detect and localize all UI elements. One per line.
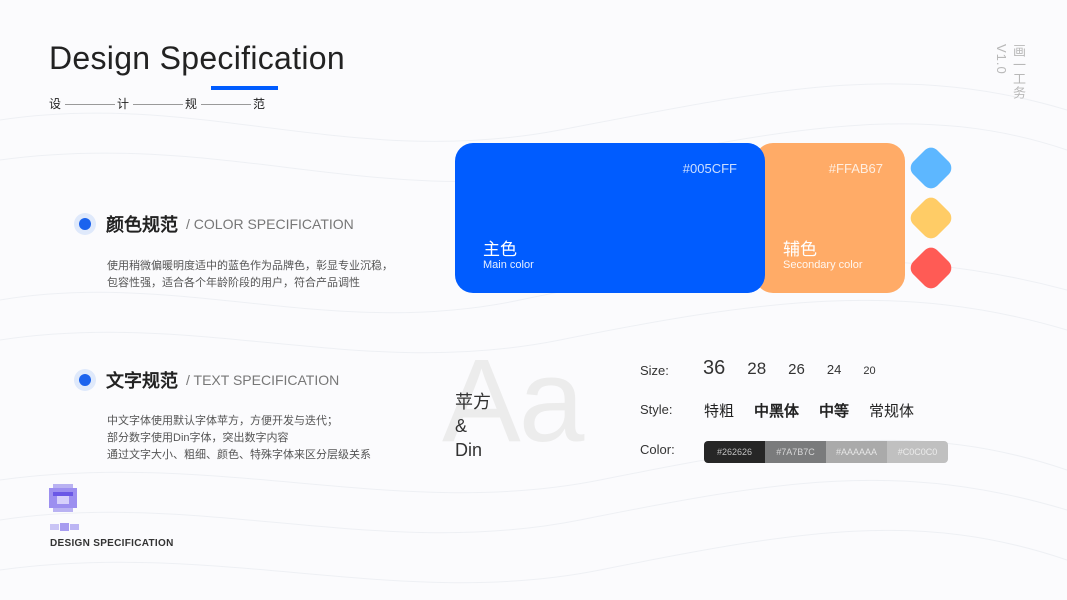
text-color-row: #262626 #7A7B7C #AAAAAA #C0C0C0 [704,441,948,463]
color-section-description: 使用稍微偏暖明度适中的蓝色作为品牌色，彰显专业沉稳， 包容性强，适合各个年龄阶段… [107,258,393,292]
page-title: Design Specification [49,40,345,76]
text-section-description: 中文字体使用默认字体苹方，方便开发与迭代； 部分数字使用Din字体，突出数字内容… [107,413,371,464]
font-names: 苹方 & Din [455,390,491,462]
subtitle-divider [133,104,183,105]
title-accent-bar [211,86,278,90]
primary-color-card: #005CFF 主色 Main color [455,143,765,293]
primary-color-label: 主色 [483,240,517,259]
subtitle-char: 计 [117,97,130,111]
font-size-value: 36 [703,357,726,379]
primary-color-sublabel: Main color [483,259,534,271]
secondary-color-card: #FFAB67 辅色 Secondary color [755,143,905,293]
text-section-title: 文字规范 [106,371,178,391]
brand-logo-icon [49,484,77,512]
font-style-row: 特粗 中黑体 中等 常规体 [704,400,934,421]
color-swatch-red [906,243,956,293]
color-section-title: 颜色规范 [106,215,178,235]
font-style-value: 中黑体 [754,403,800,420]
secondary-color-label: 辅色 [783,240,817,259]
subtitle-divider [201,104,251,105]
description-line: 部分数字使用Din字体，突出数字内容 [107,432,289,444]
font-size-value: 26 [788,361,805,378]
text-section-subtitle: / TEXT SPECIFICATION [186,372,340,388]
primary-card-edge [745,143,765,293]
font-name-cn: 苹方 [455,392,491,412]
text-section-heading: 文字规范 / TEXT SPECIFICATION [74,367,339,393]
font-size-value: 20 [863,365,876,377]
bullet-dot-icon [74,213,96,235]
font-name-ampersand: & [455,416,468,436]
style-label: Style: [640,402,673,417]
font-size-value: 28 [747,359,767,378]
description-line: 使用稍微偏暖明度适中的蓝色作为品牌色，彰显专业沉稳， [107,260,393,272]
subtitle: 设 计 规 范 [49,96,265,112]
font-style-value: 中等 [819,403,850,420]
color-label: Color: [640,442,675,457]
description-line: 包容性强，适合各个年龄阶段的用户，符合产品调性 [107,277,360,289]
text-color-swatch: #C0C0C0 [887,441,948,463]
background-contour-lines [0,83,1067,584]
font-name-din: Din [455,440,483,460]
font-size-row: 36 28 26 24 20 [703,357,898,380]
color-swatch-blue [906,143,956,193]
brand-wordmark-icon [50,523,79,531]
secondary-color-hex: #FFAB67 [828,161,883,176]
footer-label: DESIGN SPECIFICATION [50,538,174,549]
subtitle-char: 范 [253,97,266,111]
subtitle-char: 设 [49,97,62,111]
text-color-swatch: #262626 [704,441,765,463]
version-tag: 画一工务 V1.0 [994,44,1026,100]
subtitle-divider [65,104,115,105]
secondary-color-sublabel: Secondary color [783,259,863,271]
text-color-swatch: #AAAAAA [826,441,887,463]
font-style-value: 特粗 [704,403,735,420]
font-style-value: 常规体 [869,403,915,420]
bullet-dot-icon [74,369,96,391]
description-line: 中文字体使用默认字体苹方，方便开发与迭代； [107,415,338,427]
description-line: 通过文字大小、粗细、颜色、特殊字体来区分层级关系 [107,449,371,461]
color-section-heading: 颜色规范 / COLOR SPECIFICATION [74,211,354,237]
primary-color-hex: #005CFF [682,161,737,176]
text-color-swatch: #7A7B7C [765,441,826,463]
size-label: Size: [640,363,669,378]
subtitle-char: 规 [185,97,198,111]
color-swatch-yellow [906,193,956,243]
font-size-value: 24 [826,362,842,377]
color-section-subtitle: / COLOR SPECIFICATION [186,216,354,232]
